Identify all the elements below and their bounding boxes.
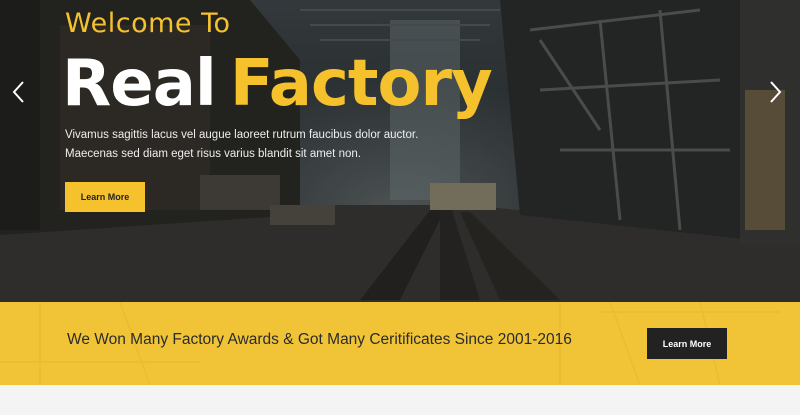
welcome-heading: Welcome To	[65, 8, 231, 39]
hero-title-factory: Factory	[229, 47, 493, 121]
chevron-left-icon	[12, 81, 24, 103]
page-content-area	[0, 385, 800, 415]
hero-description-line-2: Maecenas sed diam eget risus varius blan…	[65, 148, 361, 160]
hero-learn-more-button[interactable]: Learn More	[65, 182, 145, 212]
awards-banner-text: We Won Many Factory Awards & Got Many Ce…	[67, 331, 572, 348]
slider-next-button[interactable]	[766, 78, 786, 106]
hero-slider: Welcome To Real Factory Vivamus sagittis …	[0, 0, 800, 302]
chevron-right-icon	[770, 81, 782, 103]
hero-description: Vivamus sagittis lacus vel augue laoreet…	[65, 126, 445, 164]
hero-title: Real Factory	[62, 44, 493, 124]
banner-learn-more-button[interactable]: Learn More	[647, 328, 727, 359]
hero-title-real: Real	[62, 47, 217, 121]
hero-description-line-1: Vivamus sagittis lacus vel augue laoreet…	[65, 129, 419, 141]
slider-prev-button[interactable]	[8, 78, 28, 106]
